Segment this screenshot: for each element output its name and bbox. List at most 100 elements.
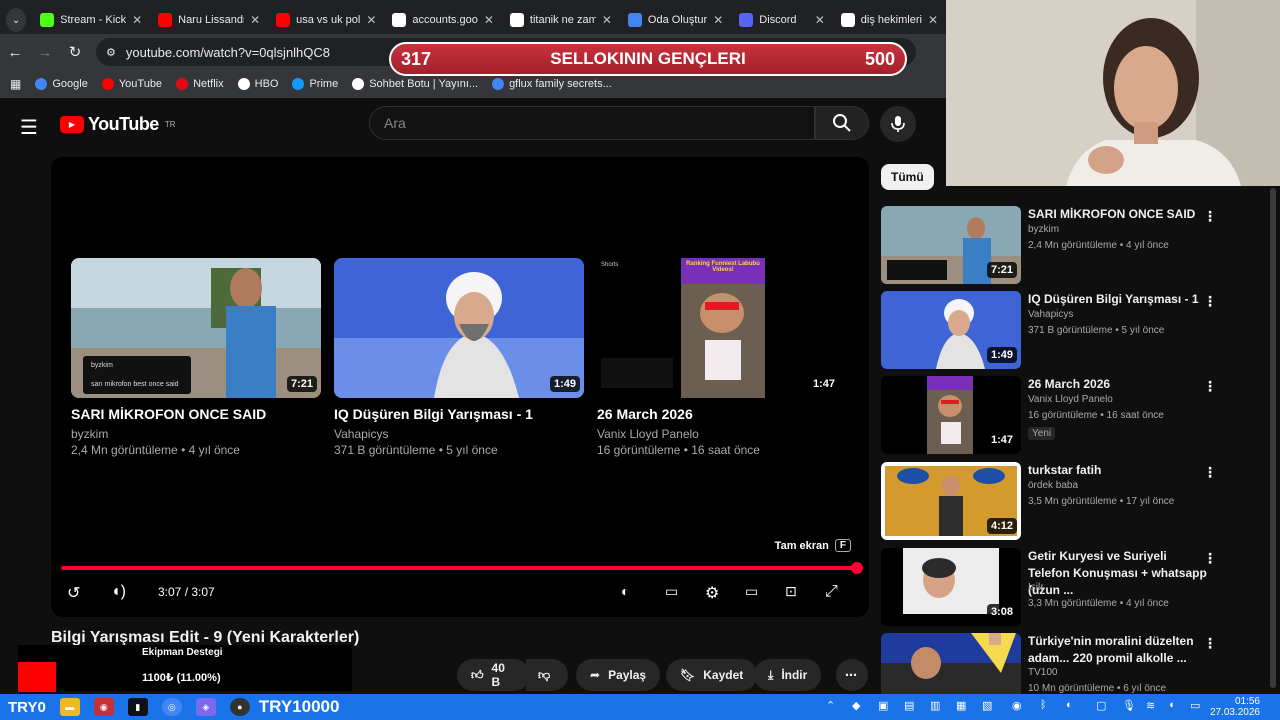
more-vertical-icon[interactable]: ⋮ <box>1203 208 1217 225</box>
start-ticker-text[interactable]: TRY0 <box>8 699 46 716</box>
battery-icon[interactable]: ▭ <box>1190 699 1200 712</box>
related-channel[interactable]: Vahapicys <box>1028 309 1073 320</box>
endscreen-video-2[interactable]: 1:49 IQ Düşüren Bilgi Yarışması - 1 Vaha… <box>334 258 584 458</box>
app-dark-icon[interactable]: ▮ <box>127 698 148 716</box>
bookmark-item[interactable]: gflux family secrets... <box>492 77 612 90</box>
wifi-icon[interactable]: ≋ <box>1146 699 1155 712</box>
tray-app-icon[interactable]: ◐ <box>1066 699 1073 711</box>
tray-chevron-icon[interactable]: ⌃ <box>826 699 835 712</box>
speaker-icon[interactable]: ◖ <box>1168 699 1175 711</box>
dislike-button[interactable]: 👎︎ <box>526 659 568 691</box>
bookmark-item[interactable]: Google <box>35 77 88 90</box>
related-channel[interactable]: Isilr <box>1028 582 1044 593</box>
related-channel[interactable]: Vanix Lloyd Panelo <box>1028 394 1113 405</box>
endscreen-title-1[interactable]: SARI MİKROFON ONCE SAID <box>71 406 321 422</box>
related-thumbnail[interactable]: 3:08 <box>881 548 1021 626</box>
endscreen-title-3[interactable]: 26 March 2026 <box>597 406 847 422</box>
more-actions-button[interactable]: ⋯ <box>836 659 868 691</box>
video-player[interactable]: byzkim sarı mikrofon best once said 7:21… <box>51 157 869 617</box>
browser-tab[interactable]: Naru Lissandra ✕ <box>150 6 268 34</box>
more-vertical-icon[interactable]: ⋮ <box>1203 550 1217 567</box>
search-button[interactable] <box>815 106 869 140</box>
chrome-icon[interactable]: ◎ <box>161 698 182 716</box>
endscreen-channel-1[interactable]: byzkim <box>71 426 321 442</box>
related-channel[interactable]: byzkim <box>1028 224 1059 235</box>
file-explorer-icon[interactable]: ▬ <box>59 698 80 716</box>
reload-icon[interactable]: ↻ <box>60 43 90 61</box>
related-video-item[interactable]: 3:08 Getir Kuryesi ve Suriyeli Telefon Ko… <box>881 548 1221 630</box>
related-title[interactable]: IQ Düşüren Bilgi Yarışması - 1 <box>1028 291 1208 308</box>
related-channel[interactable]: ördek baba <box>1028 480 1078 491</box>
browser-tab[interactable]: usa vs uk pol ✕ <box>268 6 384 34</box>
more-vertical-icon[interactable]: ⋮ <box>1203 464 1217 481</box>
forward-arrow-icon[interactable]: → <box>30 44 60 61</box>
microphone-tray-icon[interactable]: 🎙︎ <box>1122 699 1136 712</box>
save-button[interactable]: 🔖︎ Kaydet <box>666 659 758 691</box>
fullscreen-icon[interactable]: ⤢ <box>825 583 838 601</box>
settings-gear-icon[interactable]: ⚙ <box>705 583 719 603</box>
related-title[interactable]: 26 March 2026 <box>1028 376 1208 393</box>
like-button[interactable]: 👍︎ 40 B <box>457 659 530 691</box>
related-thumbnail[interactable]: 1:49 <box>881 291 1021 369</box>
subtitles-icon[interactable]: ▭ <box>665 583 678 600</box>
browser-tab[interactable]: accounts.goo ✕ <box>384 6 502 34</box>
bookmark-item[interactable]: Prime <box>292 77 338 90</box>
tray-app-icon[interactable]: ▧ <box>982 699 992 712</box>
cast-icon[interactable]: ⊡ <box>785 583 797 600</box>
bookmark-item[interactable]: YouTube <box>101 77 162 90</box>
tab-search-chevron-icon[interactable]: ⌄ <box>6 8 27 32</box>
close-tab-icon[interactable]: ✕ <box>815 13 825 27</box>
search-input[interactable]: Ara <box>369 106 815 140</box>
endscreen-thumbnail-1[interactable]: byzkim sarı mikrofon best once said 7:21 <box>71 258 321 398</box>
app-red-icon[interactable]: ◉ <box>93 698 114 716</box>
tray-app-icon[interactable]: ◆ <box>852 699 860 712</box>
related-video-item[interactable]: 1:49 IQ Düşüren Bilgi Yarışması - 1 Vahapi… <box>881 291 1221 373</box>
share-button[interactable]: ➦ Paylaş <box>576 659 661 691</box>
related-video-item[interactable]: 4:12 turkstar fatih ördek baba 3,5 Mn görün… <box>881 462 1221 544</box>
browser-tab[interactable]: Oda Oluştur ✕ <box>620 6 731 34</box>
voice-search-button[interactable] <box>880 106 916 142</box>
youtube-logo[interactable]: ▶ YouTube TR <box>60 114 176 135</box>
tray-app-icon[interactable]: ▢ <box>1096 699 1106 712</box>
close-tab-icon[interactable]: ✕ <box>602 13 612 27</box>
back-arrow-icon[interactable]: ← <box>0 44 30 61</box>
tray-app-icon[interactable]: ▥ <box>930 699 940 712</box>
close-tab-icon[interactable]: ✕ <box>132 13 142 27</box>
download-button[interactable]: ⤓ İndir <box>754 659 822 691</box>
endscreen-channel-3[interactable]: Vanix Lloyd Panelo <box>597 426 847 442</box>
endscreen-video-1[interactable]: byzkim sarı mikrofon best once said 7:21… <box>71 258 321 458</box>
endscreen-channel-2[interactable]: Vahapicys <box>334 426 584 442</box>
apps-grid-icon[interactable]: ▦ <box>10 77 21 91</box>
related-title[interactable]: turkstar fatih <box>1028 462 1208 479</box>
related-thumbnail[interactable]: 1:47 <box>881 376 1021 454</box>
related-title[interactable]: SARI MİKROFON ONCE SAID <box>1028 206 1208 223</box>
obs-icon[interactable]: ● <box>229 698 250 716</box>
autoplay-toggle-icon[interactable]: ◐ <box>621 583 629 599</box>
bluetooth-icon[interactable]: ᛒ <box>1040 699 1047 711</box>
more-vertical-icon[interactable]: ⋮ <box>1203 635 1217 652</box>
bookmark-item[interactable]: Sohbet Botu | Yayını... <box>352 77 478 90</box>
close-tab-icon[interactable]: ✕ <box>928 13 938 27</box>
browser-tab[interactable]: Discord ✕ <box>731 6 833 34</box>
sidebar-scrollbar[interactable] <box>1270 188 1276 688</box>
app-purple-icon[interactable]: ◈ <box>195 698 216 716</box>
tray-app-icon[interactable]: ▤ <box>904 699 914 712</box>
related-thumbnail[interactable]: 4:12 <box>881 462 1021 540</box>
progress-scrubber-handle[interactable] <box>851 562 863 574</box>
endscreen-title-2[interactable]: IQ Düşüren Bilgi Yarışması - 1 <box>334 406 584 422</box>
related-video-item[interactable]: 1:47 26 March 2026 Vanix Lloyd Panelo 16 gö… <box>881 376 1221 458</box>
volume-icon[interactable]: ◖) <box>111 583 126 601</box>
endscreen-thumbnail-2[interactable]: 1:49 <box>334 258 584 398</box>
close-tab-icon[interactable]: ✕ <box>250 13 260 27</box>
site-info-icon[interactable]: ⚙ <box>106 46 116 59</box>
tray-app-icon[interactable]: ▣ <box>878 699 888 712</box>
close-tab-icon[interactable]: ✕ <box>484 13 494 27</box>
tray-app-icon[interactable]: ▦ <box>956 699 966 712</box>
related-video-item[interactable]: 7:21 SARI MİKROFON ONCE SAID byzkim 2,4 Mn … <box>881 206 1221 288</box>
close-tab-icon[interactable]: ✕ <box>713 13 723 27</box>
replay-icon[interactable]: ↺ <box>67 583 80 603</box>
bookmark-item[interactable]: HBO <box>237 77 278 90</box>
browser-tab[interactable]: titanik ne zam ✕ <box>502 6 620 34</box>
browser-tab[interactable]: diş hekimleri ✕ <box>833 6 946 34</box>
system-clock[interactable]: 01:56 27.03.2026 <box>1210 696 1260 718</box>
